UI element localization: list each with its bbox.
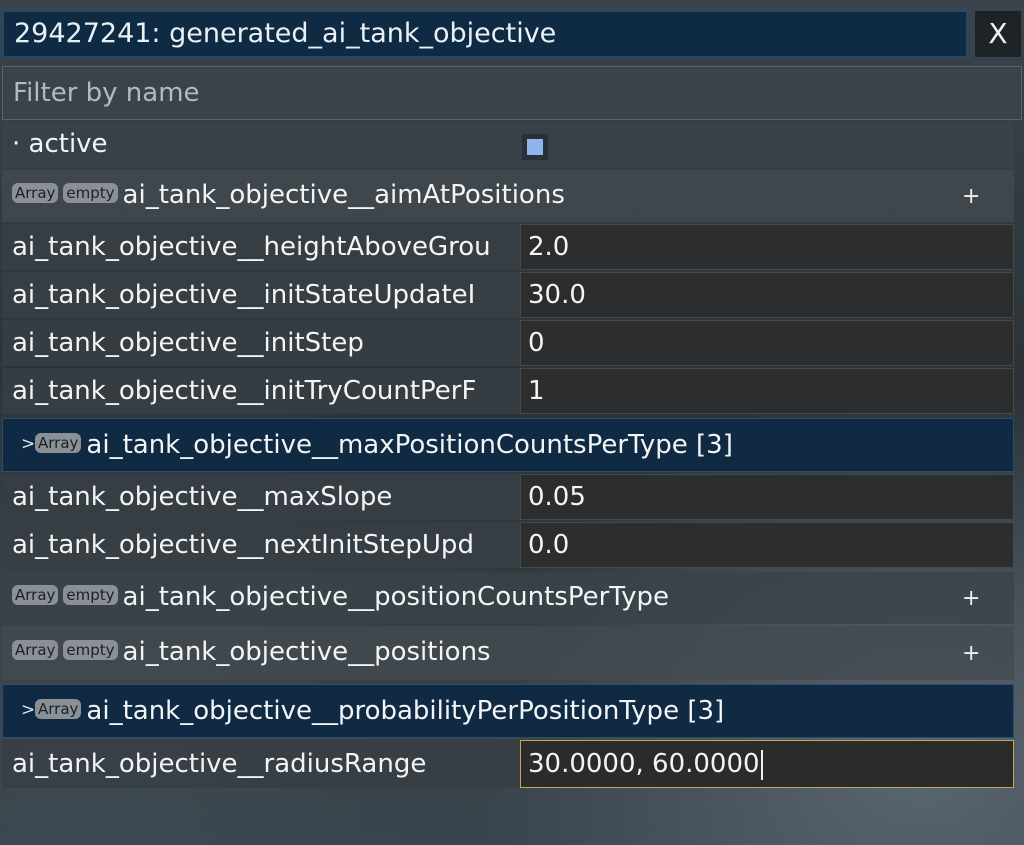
radius-range-row: ai_tank_objective__radiusRange 30.0000, …	[2, 740, 1014, 788]
max-slope-row: ai_tank_objective__maxSlope 0.05	[2, 474, 1014, 520]
init-try-count-label: ai_tank_objective__initTryCountPerF	[2, 368, 520, 414]
entity-inspector-window: 29427241: generated_ai_tank_objective X …	[0, 0, 1024, 845]
active-row: · active	[2, 122, 1014, 168]
title-bar: 29427241: generated_ai_tank_objective X	[0, 8, 1024, 64]
max-position-counts-name: ai_tank_objective__maxPositionCountsPerT…	[86, 430, 733, 460]
init-try-count-row: ai_tank_objective__initTryCountPerF 1	[2, 368, 1014, 414]
height-above-ground-input[interactable]: 2.0	[520, 224, 1014, 270]
expand-arrow-icon: >	[21, 700, 36, 720]
array-badge: Array	[35, 432, 82, 453]
max-position-counts-row[interactable]: > Array ai_tank_objective__maxPositionCou…	[2, 418, 1014, 472]
next-init-step-label: ai_tank_objective__nextInitStepUpd	[2, 522, 520, 568]
add-position-count-button[interactable]: +	[962, 586, 980, 611]
probability-per-type-row[interactable]: > Array ai_tank_objective__probabilityPer…	[2, 684, 1014, 738]
height-above-ground-label: ai_tank_objective__heightAboveGrou	[2, 224, 520, 270]
max-position-counts-label-wrap: Array ai_tank_objective__maxPositionCount…	[35, 430, 733, 460]
aim-at-positions-name: ai_tank_objective__aimAtPositions	[122, 180, 565, 210]
next-init-step-input[interactable]: 0.0	[520, 522, 1014, 568]
empty-badge: empty	[63, 182, 118, 203]
radius-range-input[interactable]: 30.0000, 60.0000	[520, 740, 1014, 788]
max-slope-label: ai_tank_objective__maxSlope	[2, 474, 520, 520]
init-step-label: ai_tank_objective__initStep	[2, 320, 520, 366]
aim-at-positions-label-wrap: Array empty ai_tank_objective__aimAtPositi…	[12, 180, 565, 210]
add-position-button[interactable]: +	[962, 641, 980, 666]
checkbox-checked-mark	[527, 139, 543, 155]
next-init-step-row: ai_tank_objective__nextInitStepUpd 0.0	[2, 522, 1014, 568]
position-counts-name: ai_tank_objective__positionCountsPerType	[122, 582, 669, 612]
init-state-update-row: ai_tank_objective__initStateUpdateI 30.0	[2, 272, 1014, 318]
radius-range-label: ai_tank_objective__radiusRange	[2, 740, 520, 788]
expand-arrow-icon: >	[21, 434, 36, 454]
array-badge: Array	[12, 639, 59, 660]
text-caret	[760, 749, 763, 780]
height-above-ground-row: ai_tank_objective__heightAboveGrou 2.0	[2, 224, 1014, 270]
array-badge: Array	[35, 698, 82, 719]
empty-badge: empty	[63, 584, 118, 605]
filter-input[interactable]	[3, 67, 1021, 119]
positions-row: Array empty ai_tank_objective__positions +	[2, 626, 1014, 680]
aim-at-positions-row: Array empty ai_tank_objective__aimAtPositi…	[2, 170, 1014, 222]
positions-label-wrap: Array empty ai_tank_objective__positions	[12, 637, 491, 667]
position-counts-row: Array empty ai_tank_objective__positionCou…	[2, 572, 1014, 624]
init-state-update-input[interactable]: 30.0	[520, 272, 1014, 318]
positions-name: ai_tank_objective__positions	[122, 637, 491, 667]
window-title: 29427241: generated_ai_tank_objective	[2, 10, 968, 58]
array-badge: Array	[12, 584, 59, 605]
max-slope-input[interactable]: 0.05	[520, 474, 1014, 520]
active-checkbox[interactable]	[522, 134, 548, 160]
probability-per-type-label-wrap: Array ai_tank_objective__probabilityPerPo…	[35, 696, 724, 726]
close-button[interactable]: X	[974, 10, 1022, 58]
init-step-row: ai_tank_objective__initStep 0	[2, 320, 1014, 366]
array-badge: Array	[12, 182, 59, 203]
init-step-input[interactable]: 0	[520, 320, 1014, 366]
active-label: · active	[12, 129, 108, 159]
init-state-update-label: ai_tank_objective__initStateUpdateI	[2, 272, 520, 318]
filter-box	[2, 66, 1022, 120]
position-counts-label-wrap: Array empty ai_tank_objective__positionCou…	[12, 582, 669, 612]
radius-range-value: 30.0000, 60.0000	[528, 749, 760, 779]
probability-per-type-name: ai_tank_objective__probabilityPerPositio…	[86, 696, 725, 726]
init-try-count-input[interactable]: 1	[520, 368, 1014, 414]
add-aim-at-position-button[interactable]: +	[962, 184, 980, 209]
empty-badge: empty	[63, 639, 118, 660]
